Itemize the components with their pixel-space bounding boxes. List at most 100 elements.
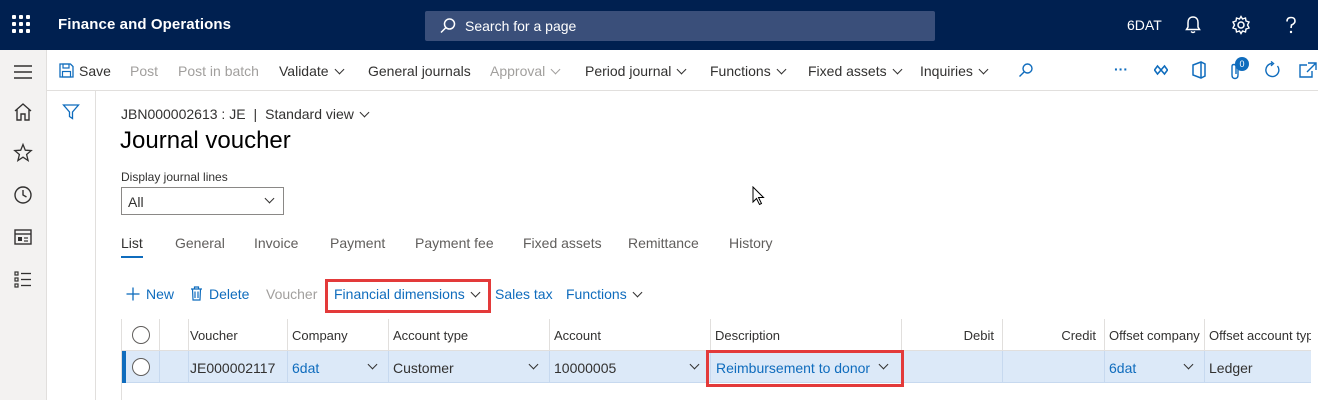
top-bar: Finance and Operations Search for a page… [0,0,1318,50]
search-icon[interactable] [1018,62,1034,78]
column-header-voucher[interactable]: Voucher [189,319,288,351]
breadcrumb: JBN000002613 : JE | Standard view [121,106,370,122]
chevron-down-icon[interactable] [1183,359,1194,370]
list-icon[interactable] [12,268,34,290]
chevron-down-icon[interactable] [528,359,539,370]
refresh-icon[interactable] [1263,61,1281,79]
row-select-checkbox[interactable] [132,358,150,376]
save-icon [59,63,74,78]
select-all-header [122,319,160,351]
inquiries-label: Inquiries [920,63,973,79]
column-header-account-type[interactable]: Account type [389,319,550,351]
approval-label: Approval [490,63,546,79]
home-icon[interactable] [12,101,34,123]
column-header-debit[interactable]: Debit [902,319,1003,351]
select-all-checkbox[interactable] [132,326,150,344]
cell-debit[interactable] [902,351,1003,383]
search-input[interactable]: Search for a page [425,11,935,41]
column-header-label: Account type [393,328,469,343]
tab-general[interactable]: General [175,235,225,251]
cell-account-type[interactable]: Customer [389,351,550,383]
approval-menu[interactable]: Approval [490,63,561,79]
period-journal-menu[interactable]: Period journal [585,63,687,79]
display-lines-label: Display journal lines [121,170,228,184]
cell-credit[interactable] [1003,351,1105,383]
column-header-label: Voucher [190,328,238,343]
filter-icon[interactable] [62,103,80,121]
new-button[interactable]: New [146,286,174,302]
mouse-cursor [752,186,765,206]
star-icon[interactable] [12,142,34,164]
hamburger-icon[interactable] [12,61,34,83]
record-id: JBN000002613 : JE [121,106,246,122]
tab-payment-fee[interactable]: Payment fee [415,235,494,251]
search-placeholder: Search for a page [465,18,577,34]
voucher-button[interactable]: Voucher [266,286,317,302]
post-button[interactable]: Post [130,63,158,79]
functions-label: Functions [710,63,771,79]
column-header-offset-company[interactable]: Offset company [1105,319,1205,351]
open-in-new-window-icon[interactable] [1299,62,1317,78]
column-header-description[interactable]: Description [711,319,902,351]
tab-history[interactable]: History [729,235,773,251]
validate-menu[interactable]: Validate [279,63,345,79]
tab-list[interactable]: List [121,235,143,251]
power-apps-icon[interactable] [1154,63,1168,77]
chevron-down-icon[interactable] [689,359,700,370]
inquiries-menu[interactable]: Inquiries [920,63,989,79]
company-picker[interactable]: 6DAT [1127,17,1162,33]
tab-payment[interactable]: Payment [330,235,385,251]
chevron-down-icon[interactable] [367,359,378,370]
tab-invoice[interactable]: Invoice [254,235,298,251]
delete-icon [191,286,202,301]
delete-button[interactable]: Delete [209,286,249,302]
chevron-down-icon [334,64,345,75]
more-options-icon[interactable]: ··· [1114,61,1128,77]
column-header-label: Credit [1061,328,1096,343]
display-lines-select[interactable]: All [121,187,284,215]
workspace-icon[interactable] [12,226,34,248]
functions-menu[interactable]: Functions [710,63,787,79]
functions-grid-menu[interactable]: Functions [566,286,643,302]
cell-voucher[interactable]: JE000002117 [189,351,288,383]
office-icon[interactable] [1191,61,1207,79]
cell-offset-account-type[interactable]: Ledger [1205,351,1311,383]
chevron-down-icon [776,64,787,75]
chevron-down-icon [359,107,370,118]
voucher-value: JE000002117 [190,360,276,376]
page-title: Journal voucher [120,127,291,154]
column-header-company[interactable]: Company [288,319,389,351]
post-in-batch-button[interactable]: Post in batch [178,63,259,79]
cell-offset-company[interactable]: 6dat [1105,351,1205,383]
clock-icon[interactable] [12,184,34,206]
gear-icon[interactable] [1230,14,1252,36]
cell-account[interactable]: 10000005 [550,351,711,383]
column-header-label: Debit [963,328,994,343]
filter-pane [47,91,96,400]
row-select-cell [122,351,160,383]
view-label: Standard view [265,106,354,122]
validate-label: Validate [279,63,329,79]
chevron-down-icon [550,64,561,75]
company-value: 6dat [292,360,320,376]
column-header-credit[interactable]: Credit [1003,319,1105,351]
breadcrumb-separator: | [253,106,258,122]
app-title[interactable]: Finance and Operations [58,16,231,33]
sales-tax-button[interactable]: Sales tax [495,286,553,302]
column-header-offset-account-type[interactable]: Offset account type [1205,319,1311,351]
fixed-assets-menu[interactable]: Fixed assets [808,63,903,79]
general-journals-button[interactable]: General journals [368,63,471,79]
tab-remittance[interactable]: Remittance [628,235,699,251]
waffle-icon[interactable] [12,15,32,35]
view-selector[interactable]: Standard view [265,106,370,122]
active-tab-indicator [121,256,143,258]
column-header-account[interactable]: Account [550,319,711,351]
help-icon[interactable] [1280,14,1302,36]
fixed-assets-label: Fixed assets [808,63,887,79]
column-spacer [160,319,189,351]
chevron-down-icon [978,64,989,75]
cell-company[interactable]: 6dat [288,351,389,383]
bell-icon[interactable] [1182,14,1204,36]
tab-fixed-assets[interactable]: Fixed assets [523,235,602,251]
save-button[interactable]: Save [79,63,111,79]
